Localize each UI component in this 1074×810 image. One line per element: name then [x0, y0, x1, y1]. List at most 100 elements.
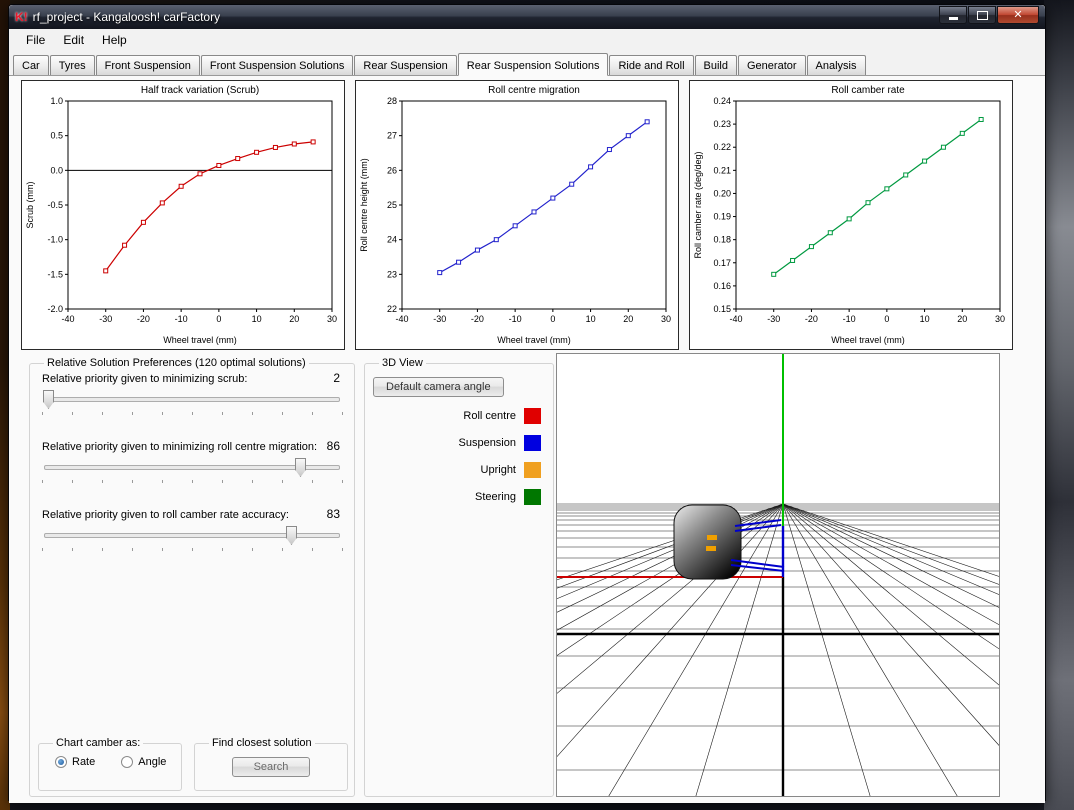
svg-text:Half track variation (Scrub): Half track variation (Scrub) — [141, 85, 259, 96]
tab-tyres[interactable]: Tyres — [49, 55, 95, 75]
svg-text:10: 10 — [252, 314, 262, 324]
svg-text:0.22: 0.22 — [713, 142, 731, 152]
slider-track[interactable] — [44, 397, 340, 402]
view3d-canvas[interactable] — [556, 353, 1000, 797]
slider-thumb[interactable] — [295, 458, 306, 477]
slider-label-0: Relative priority given to minimizing sc… — [42, 373, 248, 385]
svg-text:Roll camber rate: Roll camber rate — [831, 85, 905, 96]
menu-item-edit[interactable]: Edit — [54, 30, 93, 50]
svg-text:Roll centre height (mm): Roll centre height (mm) — [359, 158, 369, 252]
svg-text:Wheel travel (mm): Wheel travel (mm) — [831, 335, 905, 345]
svg-text:0.23: 0.23 — [713, 119, 731, 129]
svg-text:28: 28 — [387, 96, 397, 106]
maximize-icon — [976, 10, 988, 20]
svg-text:-2.0: -2.0 — [47, 304, 63, 314]
svg-text:0.5: 0.5 — [50, 131, 63, 141]
svg-text:Wheel travel (mm): Wheel travel (mm) — [163, 335, 237, 345]
slider-value-1: 86 — [326, 439, 340, 453]
tab-rear-suspension-solutions[interactable]: Rear Suspension Solutions — [457, 53, 609, 76]
svg-text:30: 30 — [661, 314, 671, 324]
default-camera-button[interactable]: Default camera angle — [373, 377, 504, 397]
titlebar[interactable]: K! rf_project - Kangaloosh! carFactory ✕ — [9, 5, 1045, 29]
preferences-bottom-row: Chart camber as: Rate Angle Find closest … — [38, 737, 348, 791]
legend-label: Steering — [475, 490, 516, 503]
menu-item-file[interactable]: File — [17, 30, 54, 50]
close-button[interactable]: ✕ — [997, 6, 1039, 24]
close-icon: ✕ — [1013, 8, 1023, 21]
svg-text:0.20: 0.20 — [713, 188, 731, 198]
svg-text:-30: -30 — [433, 314, 446, 324]
svg-text:20: 20 — [623, 314, 633, 324]
svg-text:-10: -10 — [509, 314, 522, 324]
svg-text:24: 24 — [387, 235, 397, 245]
svg-text:0.18: 0.18 — [713, 235, 731, 245]
menu-bar: File Edit Help — [9, 29, 1045, 51]
radio-label: Angle — [138, 756, 167, 768]
tab-front-suspension[interactable]: Front Suspension — [95, 55, 200, 75]
search-button[interactable]: Search — [232, 757, 310, 777]
svg-text:0: 0 — [216, 314, 221, 324]
preferences-group-legend: Relative Solution Preferences (120 optim… — [47, 357, 306, 369]
svg-text:20: 20 — [289, 314, 299, 324]
chart-half-track-variation: Half track variation (Scrub) -40 -30 -20 -10… — [21, 80, 345, 350]
view3d-legend: Roll centre Suspension Upright Steering — [377, 407, 541, 505]
chart-camber-group: Chart camber as: Rate Angle — [38, 737, 182, 791]
tab-ride-and-roll[interactable]: Ride and Roll — [609, 55, 694, 75]
legend-label: Upright — [480, 463, 516, 476]
svg-text:-1.5: -1.5 — [47, 269, 63, 279]
chart-roll-centre-migration: Roll centre migration -40 -30 -20 -10 0 10 20 30… — [355, 80, 679, 350]
minimize-button[interactable] — [939, 6, 967, 24]
radio-label: Rate — [72, 756, 96, 768]
legend-row-roll-centre: Roll centre — [377, 407, 541, 424]
tab-car[interactable]: Car — [13, 55, 49, 75]
svg-text:0.17: 0.17 — [713, 258, 731, 268]
slider-block-1: Relative priority given to minimizing ro… — [42, 439, 343, 483]
view3d-group-legend: 3D View — [382, 357, 423, 369]
svg-text:0.24: 0.24 — [713, 96, 731, 106]
chart-roll-camber-rate: Roll camber rate -40 -30 -20 -10 0 10 20 30 0.24 0… — [689, 80, 1013, 350]
radio-dot — [55, 756, 67, 768]
tab-analysis[interactable]: Analysis — [806, 55, 866, 75]
slider-label-1: Relative priority given to minimizing ro… — [42, 441, 318, 453]
svg-text:-20: -20 — [471, 314, 484, 324]
priority-slider-0[interactable] — [42, 388, 343, 415]
svg-text:22: 22 — [387, 304, 397, 314]
svg-text:10: 10 — [920, 314, 930, 324]
svg-text:20: 20 — [957, 314, 967, 324]
tab-build[interactable]: Build — [694, 55, 737, 75]
charts-row: Half track variation (Scrub) -40 -30 -20 -10… — [21, 80, 1013, 350]
svg-text:-20: -20 — [137, 314, 150, 324]
svg-text:0: 0 — [884, 314, 889, 324]
window-controls: ✕ — [939, 6, 1039, 24]
priority-slider-1[interactable] — [42, 456, 343, 483]
svg-text:27: 27 — [387, 131, 397, 141]
svg-text:-30: -30 — [99, 314, 112, 324]
legend-swatch-upright — [524, 461, 541, 478]
legend-swatch-suspension — [524, 434, 541, 451]
svg-text:10: 10 — [586, 314, 596, 324]
tab-rear-suspension[interactable]: Rear Suspension — [354, 55, 457, 75]
svg-text:0.16: 0.16 — [713, 281, 731, 291]
slider-block-0: Relative priority given to minimizing sc… — [42, 371, 343, 415]
svg-text:Roll centre migration: Roll centre migration — [488, 85, 580, 96]
tab-page-rear-suspension-solutions: Half track variation (Scrub) -40 -30 -20 -10… — [9, 76, 1045, 803]
view3d-group: 3D View Default camera angle Roll centre… — [364, 357, 554, 797]
menu-item-help[interactable]: Help — [93, 30, 136, 50]
svg-text:26: 26 — [387, 165, 397, 175]
chart-camber-legend: Chart camber as: — [56, 737, 141, 749]
slider-value-2: 83 — [326, 507, 340, 521]
svg-text:25: 25 — [387, 200, 397, 210]
slider-thumb[interactable] — [286, 526, 297, 545]
radio-rate[interactable]: Rate — [55, 756, 95, 768]
svg-text:-20: -20 — [805, 314, 818, 324]
tab-generator[interactable]: Generator — [738, 55, 806, 75]
svg-text:Scrub (mm): Scrub (mm) — [25, 181, 35, 228]
legend-swatch-steering — [524, 488, 541, 505]
tab-front-suspension-solutions[interactable]: Front Suspension Solutions — [200, 55, 354, 75]
svg-text:-0.5: -0.5 — [47, 200, 63, 210]
radio-angle[interactable]: Angle — [121, 756, 166, 768]
slider-thumb[interactable] — [43, 390, 54, 409]
maximize-button[interactable] — [968, 6, 996, 24]
priority-slider-2[interactable] — [42, 524, 343, 551]
svg-text:0.0: 0.0 — [50, 165, 63, 175]
